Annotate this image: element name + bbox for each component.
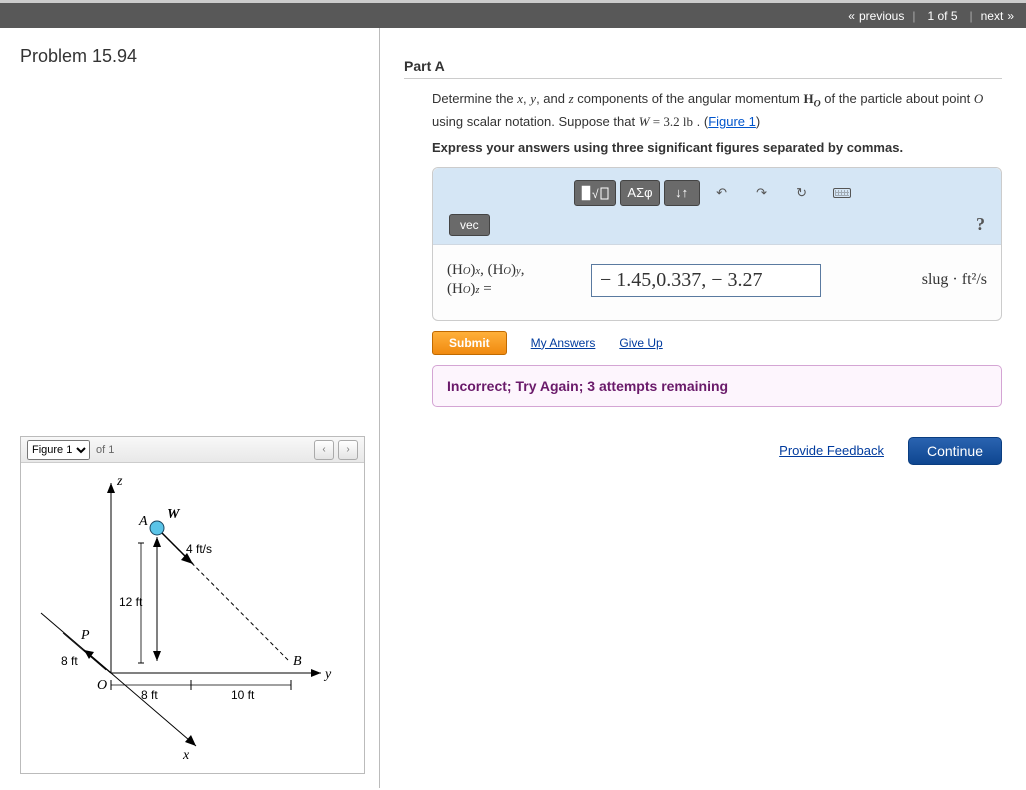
templates-button[interactable]: √ <box>574 180 616 206</box>
continue-button[interactable]: Continue <box>908 437 1002 465</box>
reset-button[interactable]: ↻ <box>784 180 820 206</box>
svg-text:A: A <box>138 514 148 529</box>
chevron-right-icon: » <box>1007 9 1014 23</box>
provide-feedback-link[interactable]: Provide Feedback <box>779 443 884 458</box>
svg-text:√: √ <box>592 187 599 201</box>
svg-text:8 ft: 8 ft <box>141 688 158 702</box>
redo-button[interactable]: ↷ <box>744 180 780 206</box>
figure-panel: Figure 1 of 1 ‹ › <box>20 436 365 774</box>
figure-select[interactable]: Figure 1 <box>27 440 90 460</box>
keyboard-icon <box>833 188 851 198</box>
svg-text:B: B <box>293 654 302 669</box>
svg-text:8 ft: 8 ft <box>61 654 78 668</box>
vec-button[interactable]: vec <box>449 214 490 236</box>
right-panel: Part A Determine the x, y, and z compone… <box>380 28 1026 788</box>
svg-text:10 ft: 10 ft <box>231 688 255 702</box>
answer-units: slug · ft²/s <box>922 271 987 289</box>
answer-lhs: (HO)x, (HO)y, (HO)z = <box>447 261 577 300</box>
answer-input[interactable]: − 1.45,0.337, − 3.27 <box>591 264 821 297</box>
undo-button[interactable]: ↶ <box>704 180 740 206</box>
part-header: Part A <box>404 42 1002 79</box>
svg-text:P: P <box>80 628 90 643</box>
figure-prev-button[interactable]: ‹ <box>314 440 334 460</box>
next-link[interactable]: next <box>981 9 1004 23</box>
subscript-button[interactable]: ↓↑ <box>664 180 700 206</box>
figure-count: of 1 <box>96 444 114 456</box>
svg-text:4 ft/s: 4 ft/s <box>186 542 212 556</box>
feedback-message: Incorrect; Try Again; 3 attempts remaini… <box>432 365 1002 407</box>
chevron-left-icon: « <box>848 9 855 23</box>
svg-text:12 ft: 12 ft <box>119 595 143 609</box>
help-button[interactable]: ? <box>976 214 985 235</box>
svg-text:y: y <box>323 667 332 682</box>
page-counter: 1 of 5 <box>927 9 957 23</box>
answer-instructions: Express your answers using three signifi… <box>404 140 1002 167</box>
svg-text:O: O <box>97 678 107 693</box>
svg-text:z: z <box>116 474 123 489</box>
figure-link[interactable]: Figure 1 <box>708 114 756 129</box>
equation-toolbar: √ ΑΣφ ↓↑ ↶ ↷ ↻ vec ? <box>433 168 1001 245</box>
submit-button[interactable]: Submit <box>432 331 507 355</box>
svg-text:W: W <box>167 507 181 522</box>
divider: | <box>912 9 915 23</box>
figure-diagram: z y x A W P B O 4 ft/s 12 ft 8 ft 8 ft 1… <box>21 463 364 773</box>
problem-title: Problem 15.94 <box>20 46 365 67</box>
figure-next-button[interactable]: › <box>338 440 358 460</box>
keyboard-button[interactable] <box>824 180 860 206</box>
figure-toolbar: Figure 1 of 1 ‹ › <box>21 437 364 463</box>
my-answers-link[interactable]: My Answers <box>531 336 596 350</box>
greek-button[interactable]: ΑΣφ <box>620 180 659 206</box>
problem-statement: Determine the x, y, and z components of … <box>404 79 1002 140</box>
left-panel: Problem 15.94 Figure 1 of 1 ‹ › <box>0 28 380 788</box>
answer-box: √ ΑΣφ ↓↑ ↶ ↷ ↻ vec ? (HO)x, (HO)y, (HO <box>432 167 1002 321</box>
previous-link[interactable]: previous <box>859 9 904 23</box>
svg-text:x: x <box>182 748 190 763</box>
divider: | <box>970 9 973 23</box>
give-up-link[interactable]: Give Up <box>619 336 662 350</box>
top-nav-bar: « previous | 1 of 5 | next » <box>0 0 1026 28</box>
